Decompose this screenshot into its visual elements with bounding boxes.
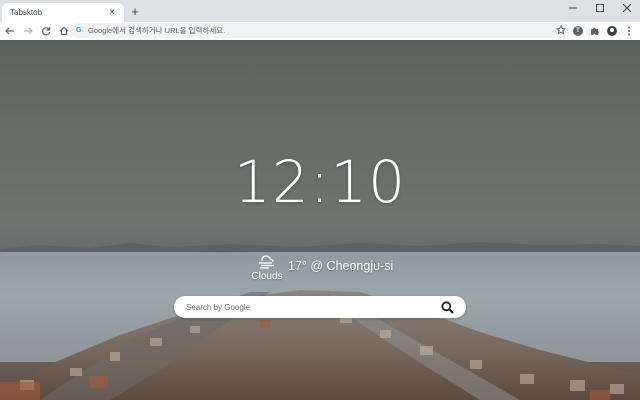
- arrow-right-icon: [24, 27, 33, 35]
- tab-strip: Tabsktob × +: [0, 0, 640, 22]
- tab-title: Tabsktob: [10, 8, 43, 17]
- search-icon[interactable]: [440, 300, 454, 314]
- weather-temperature-location: 17° @ Cheongju-si: [288, 259, 394, 273]
- arrow-left-icon: [5, 27, 14, 35]
- reload-button[interactable]: [38, 23, 54, 39]
- browser-toolbar: G Google에서 검색하거나 URL을 입력하세요. T: [0, 22, 640, 40]
- weather-condition: Clouds: [251, 271, 283, 282]
- window-controls: [559, 0, 640, 16]
- tabsktob-extension-icon: T: [573, 26, 583, 36]
- close-window-button[interactable]: [613, 0, 640, 16]
- weather-widget[interactable]: Clouds 17° @ Cheongju-si: [250, 252, 410, 284]
- forward-button[interactable]: [20, 23, 36, 39]
- new-tab-page: 12:10 Clouds 17° @ Cheongju-si: [0, 40, 640, 400]
- minimize-button[interactable]: [559, 0, 586, 16]
- home-icon: [59, 26, 69, 36]
- cloud-wind-icon: [259, 255, 274, 269]
- new-tab-button[interactable]: +: [128, 5, 142, 19]
- extension-button[interactable]: T: [571, 23, 585, 39]
- back-button[interactable]: [2, 23, 18, 39]
- omnibox[interactable]: G Google에서 검색하거나 URL을 입력하세요.: [70, 23, 570, 38]
- toolbar-actions: T: [571, 23, 636, 39]
- search-input[interactable]: [186, 298, 440, 316]
- tab-close-icon[interactable]: ×: [106, 7, 118, 19]
- reload-icon: [41, 27, 51, 36]
- google-icon: G: [76, 27, 82, 34]
- omnibox-placeholder: Google에서 검색하거나 URL을 입력하세요.: [88, 26, 226, 35]
- profile-icon: [607, 26, 617, 36]
- maximize-button[interactable]: [586, 0, 613, 16]
- kebab-menu-icon: [628, 26, 630, 36]
- extensions-button[interactable]: [588, 23, 602, 39]
- profile-button[interactable]: [605, 23, 619, 39]
- bookmark-star-icon[interactable]: [555, 24, 567, 35]
- tab-tabsktob[interactable]: Tabsktob ×: [2, 3, 124, 22]
- puzzle-icon: [591, 27, 600, 35]
- clock: 12:10: [233, 148, 407, 216]
- search-bar[interactable]: [174, 296, 466, 318]
- menu-button[interactable]: [622, 23, 636, 39]
